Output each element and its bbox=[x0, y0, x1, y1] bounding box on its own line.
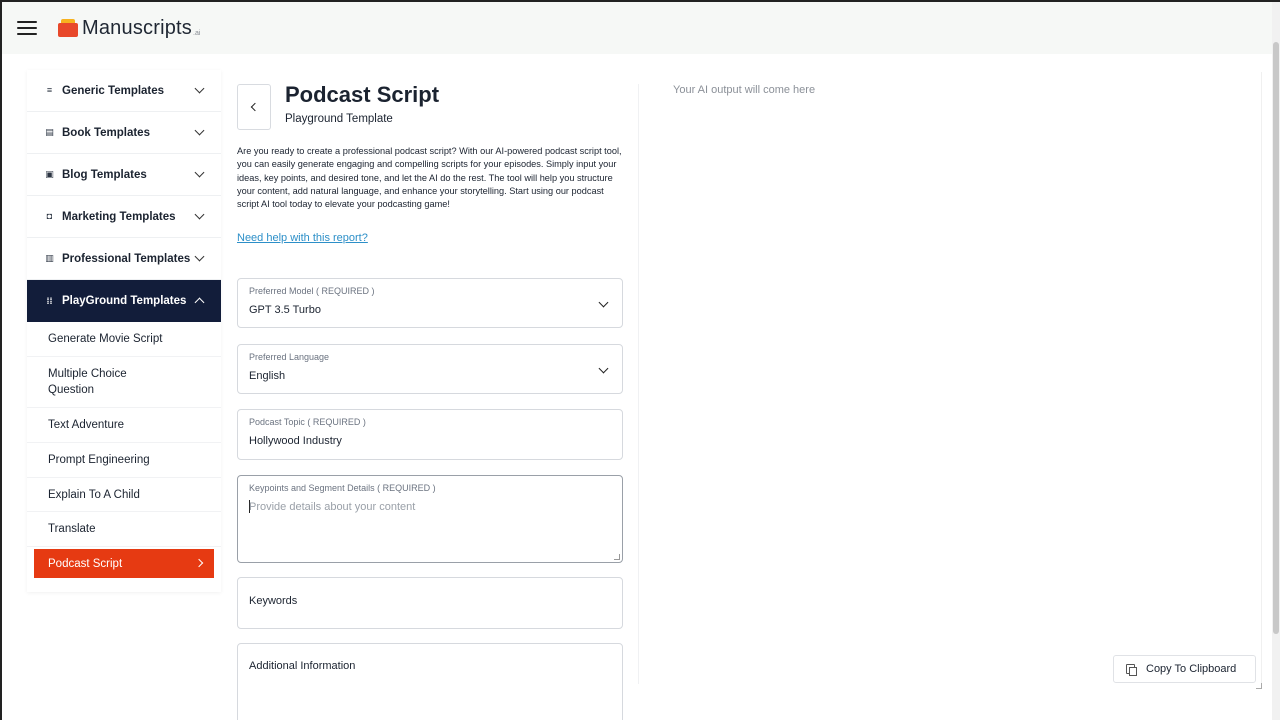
sidebar-group-label: Generic Templates bbox=[62, 84, 165, 97]
chevron-right-icon bbox=[194, 558, 204, 568]
field-value: GPT 3.5 Turbo bbox=[249, 304, 321, 316]
chevron-down-icon bbox=[598, 297, 609, 308]
sidebar-item-label: Multiple Choice Question bbox=[48, 368, 127, 396]
chevron-up-icon bbox=[194, 297, 205, 308]
sidebar-item-label: Explain To A Child bbox=[48, 488, 140, 501]
additional-information-textarea[interactable]: Additional Information bbox=[237, 643, 623, 720]
copy-button-label: Copy To Clipboard bbox=[1146, 663, 1237, 675]
sidebar-group-label: PlayGround Templates bbox=[62, 295, 187, 307]
sidebar-item-label: Text Adventure bbox=[48, 419, 125, 431]
field-label: Additional Information bbox=[249, 660, 356, 672]
sidebar-item-label: Podcast Script bbox=[48, 557, 123, 570]
chevron-down-icon bbox=[194, 209, 205, 220]
keypoints-textarea[interactable]: Keypoints and Segment Details ( REQUIRED… bbox=[237, 475, 623, 563]
sidebar-item-text-adventure[interactable]: Text Adventure bbox=[27, 408, 221, 443]
sidebar-item-label: Generate Movie Script bbox=[48, 333, 163, 345]
field-label: Preferred Language bbox=[249, 352, 330, 362]
resize-handle[interactable] bbox=[614, 554, 620, 560]
sidebar-item-prompt-engineering[interactable]: Prompt Engineering bbox=[27, 443, 221, 478]
ai-output-panel[interactable] bbox=[658, 72, 1262, 688]
window-border-left bbox=[0, 0, 2, 720]
app-logo[interactable]: Manuscripts .ai bbox=[58, 17, 200, 40]
list-icon: ≡ bbox=[46, 85, 53, 95]
sidebar-group-marketing-templates[interactable]: ◘ Marketing Templates bbox=[27, 196, 221, 238]
sidebar-item-translate[interactable]: Translate bbox=[27, 512, 221, 547]
app-suffix: .ai bbox=[193, 29, 201, 37]
logo-icon bbox=[58, 19, 78, 37]
bag-icon: ◘ bbox=[46, 211, 53, 221]
sidebar-item-explain-to-a-child[interactable]: Explain To A Child bbox=[27, 478, 221, 512]
chevron-down-icon bbox=[194, 125, 205, 136]
chevron-left-icon bbox=[250, 102, 260, 112]
building-icon: ▥ bbox=[45, 253, 54, 263]
help-link[interactable]: Need help with this report? bbox=[237, 232, 368, 244]
sidebar-item-multiple-choice-question[interactable]: Multiple Choice Question bbox=[27, 357, 221, 408]
page-title: Podcast Script bbox=[285, 82, 440, 107]
sidebar-group-book-templates[interactable]: ▤ Book Templates bbox=[27, 112, 221, 154]
book-icon: ▤ bbox=[45, 127, 54, 137]
field-label: Preferred Model ( REQUIRED ) bbox=[249, 286, 375, 296]
ai-output-placeholder: Your AI output will come here bbox=[673, 84, 816, 96]
preferred-language-select[interactable]: Preferred Language English bbox=[237, 344, 623, 394]
top-header: Manuscripts .ai bbox=[2, 2, 1280, 54]
podcast-topic-input[interactable]: Podcast Topic ( REQUIRED ) Hollywood Ind… bbox=[237, 409, 623, 460]
field-label: Keypoints and Segment Details ( REQUIRED… bbox=[249, 483, 436, 493]
sidebar-item-podcast-script[interactable]: Podcast Script bbox=[34, 549, 214, 578]
keywords-input[interactable]: Keywords bbox=[237, 577, 623, 629]
template-description: Are you ready to create a professional p… bbox=[237, 146, 622, 210]
field-value: English bbox=[249, 370, 286, 382]
sidebar-group-professional-templates[interactable]: ▥ Professional Templates bbox=[27, 238, 221, 280]
sidebar-group-label: Marketing Templates bbox=[62, 210, 176, 223]
sidebar-group-label: Book Templates bbox=[62, 126, 150, 139]
chevron-down-icon bbox=[194, 83, 205, 94]
copy-to-clipboard-button[interactable]: Copy To Clipboard bbox=[1113, 655, 1256, 683]
page-subtitle: Playground Template bbox=[285, 113, 393, 125]
field-value: Hollywood Industry bbox=[249, 435, 342, 447]
field-label: Podcast Topic ( REQUIRED ) bbox=[249, 417, 366, 427]
column-divider bbox=[638, 84, 639, 684]
sidebar-group-label: Blog Templates bbox=[62, 168, 147, 181]
chevron-down-icon bbox=[194, 167, 205, 178]
copy-icon bbox=[1126, 664, 1137, 676]
hamburger-icon[interactable] bbox=[17, 21, 37, 35]
chevron-down-icon bbox=[194, 251, 205, 262]
app-name: Manuscripts bbox=[82, 16, 193, 39]
page-scrollbar[interactable] bbox=[1272, 2, 1280, 720]
sidebar-group-playground-templates[interactable]: ⁞⁞ PlayGround Templates bbox=[27, 280, 221, 322]
chevron-down-icon bbox=[598, 363, 609, 374]
field-placeholder: Provide details about your content bbox=[249, 501, 416, 513]
sidebar-group-label: Professional Templates bbox=[62, 252, 191, 265]
field-label: Keywords bbox=[249, 595, 298, 607]
resize-handle[interactable] bbox=[1256, 683, 1262, 689]
sidebar-item-generate-movie-script[interactable]: Generate Movie Script bbox=[27, 322, 221, 357]
scrollbar-thumb[interactable] bbox=[1273, 42, 1279, 634]
blog-icon: ▣ bbox=[45, 169, 54, 179]
back-button[interactable] bbox=[237, 84, 271, 130]
sidebar-group-blog-templates[interactable]: ▣ Blog Templates bbox=[27, 154, 221, 196]
sidebar-item-label: Prompt Engineering bbox=[48, 454, 150, 466]
preferred-model-select[interactable]: Preferred Model ( REQUIRED ) GPT 3.5 Tur… bbox=[237, 278, 623, 328]
sidebar-group-generic-templates[interactable]: ≡ Generic Templates bbox=[27, 70, 221, 112]
sliders-icon: ⁞⁞ bbox=[46, 295, 53, 306]
sidebar-item-label: Translate bbox=[48, 523, 96, 535]
sidebar: ≡ Generic Templates ▤ Book Templates ▣ B… bbox=[27, 70, 221, 592]
